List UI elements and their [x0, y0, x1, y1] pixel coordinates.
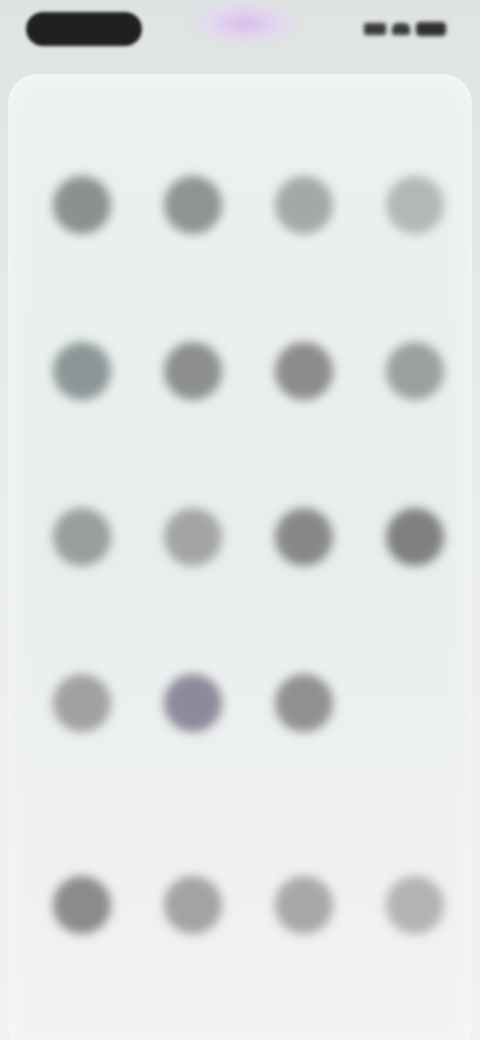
app-item[interactable]	[26, 506, 137, 672]
status-time-pill	[26, 12, 142, 46]
app-icon[interactable]	[163, 508, 222, 566]
app-icon[interactable]	[274, 176, 333, 234]
app-icon[interactable]	[52, 674, 111, 732]
app-item[interactable]	[26, 174, 137, 340]
app-item[interactable]	[248, 874, 359, 1040]
app-item[interactable]	[248, 672, 359, 838]
app-item[interactable]	[26, 874, 137, 1040]
app-icon[interactable]	[52, 176, 111, 234]
app-icon[interactable]	[274, 674, 333, 732]
app-icon[interactable]	[385, 876, 444, 934]
app-icon[interactable]	[274, 508, 333, 566]
app-icon[interactable]	[385, 176, 444, 234]
status-bar	[0, 0, 480, 64]
app-item[interactable]	[26, 672, 137, 838]
app-icon[interactable]	[163, 674, 222, 732]
app-icon[interactable]	[163, 176, 222, 234]
app-icon[interactable]	[52, 342, 111, 400]
dynamic-island	[190, 0, 300, 46]
app-item[interactable]	[359, 874, 470, 1040]
app-item[interactable]	[248, 506, 359, 672]
app-item[interactable]	[359, 340, 470, 506]
app-item[interactable]	[359, 506, 470, 672]
app-library-panel	[8, 74, 472, 1040]
app-item[interactable]	[137, 672, 248, 838]
app-icon[interactable]	[52, 876, 111, 934]
app-item[interactable]	[26, 340, 137, 506]
app-item[interactable]	[248, 340, 359, 506]
app-item[interactable]	[137, 874, 248, 1040]
app-item[interactable]	[359, 174, 470, 340]
app-item[interactable]	[137, 506, 248, 672]
app-icon[interactable]	[52, 508, 111, 566]
app-item[interactable]	[137, 340, 248, 506]
app-icon[interactable]	[163, 342, 222, 400]
app-icon[interactable]	[274, 876, 333, 934]
signal-icon	[364, 23, 386, 35]
app-icon[interactable]	[385, 342, 444, 400]
app-icon[interactable]	[274, 342, 333, 400]
app-icon[interactable]	[163, 876, 222, 934]
app-grid-1	[26, 174, 470, 838]
status-icons	[364, 22, 446, 36]
app-item[interactable]	[248, 174, 359, 340]
app-item[interactable]	[137, 174, 248, 340]
app-grid-2	[26, 874, 470, 1040]
battery-icon	[416, 22, 446, 36]
app-icon[interactable]	[385, 508, 444, 566]
wifi-icon	[392, 23, 410, 35]
